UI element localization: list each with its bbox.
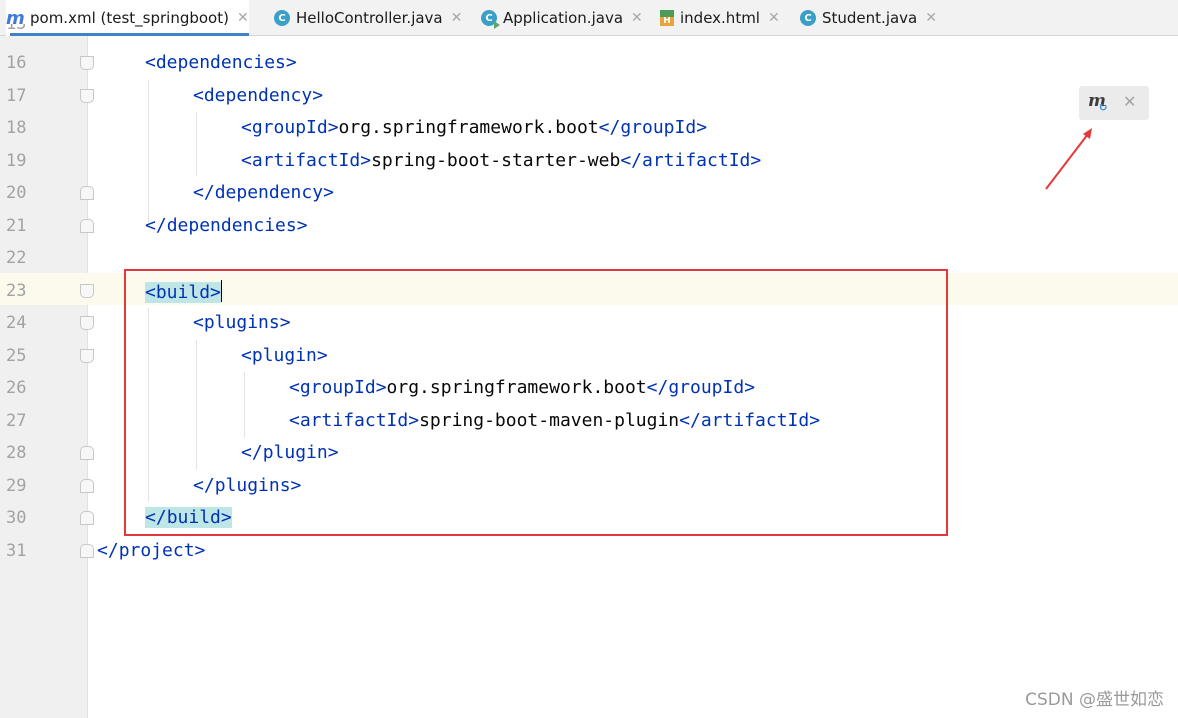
code-text: <artifactId>spring-boot-starter-web</art… bbox=[241, 150, 762, 171]
line-number: 31 bbox=[6, 541, 27, 561]
fold-icon[interactable] bbox=[80, 186, 94, 200]
close-icon[interactable]: ✕ bbox=[451, 10, 463, 26]
fold-icon[interactable] bbox=[80, 89, 94, 103]
tab-label: Application.java bbox=[503, 9, 624, 27]
line-number: 30 bbox=[6, 508, 27, 528]
close-icon[interactable]: ✕ bbox=[631, 10, 643, 26]
close-icon[interactable]: ✕ bbox=[1123, 92, 1136, 111]
code-text: </dependency> bbox=[193, 182, 334, 203]
line-number: 18 bbox=[6, 118, 27, 138]
code-line-19: 19 <artifactId>spring-boot-starter-web</… bbox=[0, 145, 1178, 177]
fold-icon[interactable] bbox=[80, 219, 94, 233]
close-icon[interactable]: ✕ bbox=[237, 10, 249, 26]
maven-load-changes-popup: m ↻ ✕ bbox=[1079, 86, 1149, 120]
java-class-icon: C bbox=[800, 10, 816, 26]
fold-icon[interactable] bbox=[80, 544, 94, 558]
line-number: 29 bbox=[6, 476, 27, 496]
html-file-icon: H bbox=[660, 10, 674, 26]
fold-icon[interactable] bbox=[80, 349, 94, 363]
line-number: 25 bbox=[6, 346, 27, 366]
line-number: 26 bbox=[6, 378, 27, 398]
fold-icon[interactable] bbox=[80, 56, 94, 70]
fold-icon[interactable] bbox=[80, 284, 94, 298]
code-line-18: 18 <groupId>org.springframework.boot</gr… bbox=[0, 112, 1178, 144]
fold-icon[interactable] bbox=[80, 316, 94, 330]
close-icon[interactable]: ✕ bbox=[925, 10, 937, 26]
tab-label: Student.java bbox=[822, 9, 918, 27]
line-number-cutoff: 15 bbox=[6, 24, 27, 34]
tab-application[interactable]: C Application.java ✕ bbox=[481, 0, 643, 36]
line-number: 22 bbox=[6, 248, 27, 268]
fold-icon[interactable] bbox=[80, 446, 94, 460]
watermark: CSDN @盛世如恋 bbox=[1025, 690, 1164, 710]
code-text: </project> bbox=[97, 540, 206, 561]
fold-icon[interactable] bbox=[80, 511, 94, 525]
tab-label: HelloController.java bbox=[296, 9, 443, 27]
code-line-21: 21 </dependencies> bbox=[0, 210, 1178, 242]
annotation-highlight-box bbox=[124, 269, 948, 536]
fold-icon[interactable] bbox=[80, 479, 94, 493]
line-number: 16 bbox=[6, 53, 27, 73]
line-number: 28 bbox=[6, 443, 27, 463]
code-text: </dependencies> bbox=[145, 215, 308, 236]
editor-tab-bar: m pom.xml (test_springboot) ✕ C HelloCon… bbox=[0, 0, 1178, 36]
line-number: 27 bbox=[6, 411, 27, 431]
close-icon[interactable]: ✕ bbox=[768, 10, 780, 26]
code-text: <groupId>org.springframework.boot</group… bbox=[241, 117, 708, 138]
code-line-17: 17 <dependency> bbox=[0, 80, 1178, 112]
tab-hellocontroller[interactable]: C HelloController.java ✕ bbox=[274, 0, 462, 36]
line-number: 23 bbox=[6, 281, 27, 301]
code-line-20: 20 </dependency> bbox=[0, 177, 1178, 209]
line-number: 19 bbox=[6, 151, 27, 171]
code-line-31: 31 </project> bbox=[0, 535, 1178, 567]
line-number: 17 bbox=[6, 86, 27, 106]
java-class-icon: C bbox=[274, 10, 290, 26]
tab-student[interactable]: C Student.java ✕ bbox=[800, 0, 937, 36]
tab-label: pom.xml (test_springboot) bbox=[30, 9, 229, 27]
code-line-16: 16 <dependencies> bbox=[0, 47, 1178, 79]
maven-reload-icon[interactable]: m ↻ bbox=[1088, 91, 1112, 115]
line-number: 24 bbox=[6, 313, 27, 333]
line-number: 20 bbox=[6, 183, 27, 203]
java-runnable-class-icon: C bbox=[481, 10, 500, 29]
line-number: 21 bbox=[6, 216, 27, 236]
tab-label: index.html bbox=[680, 9, 760, 27]
code-text: <dependencies> bbox=[145, 52, 297, 73]
annotation-arrow bbox=[1045, 128, 1092, 190]
tab-index-html[interactable]: H index.html ✕ bbox=[660, 0, 780, 36]
code-text: <dependency> bbox=[193, 85, 324, 106]
